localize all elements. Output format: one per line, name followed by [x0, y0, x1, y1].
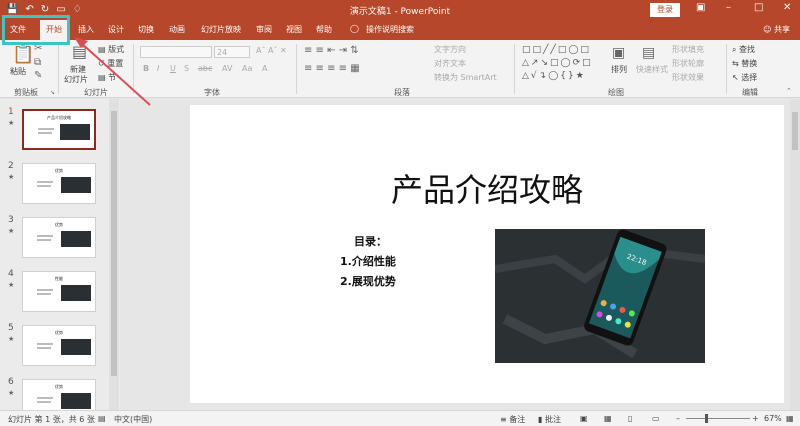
annotation-arrow — [74, 37, 151, 106]
